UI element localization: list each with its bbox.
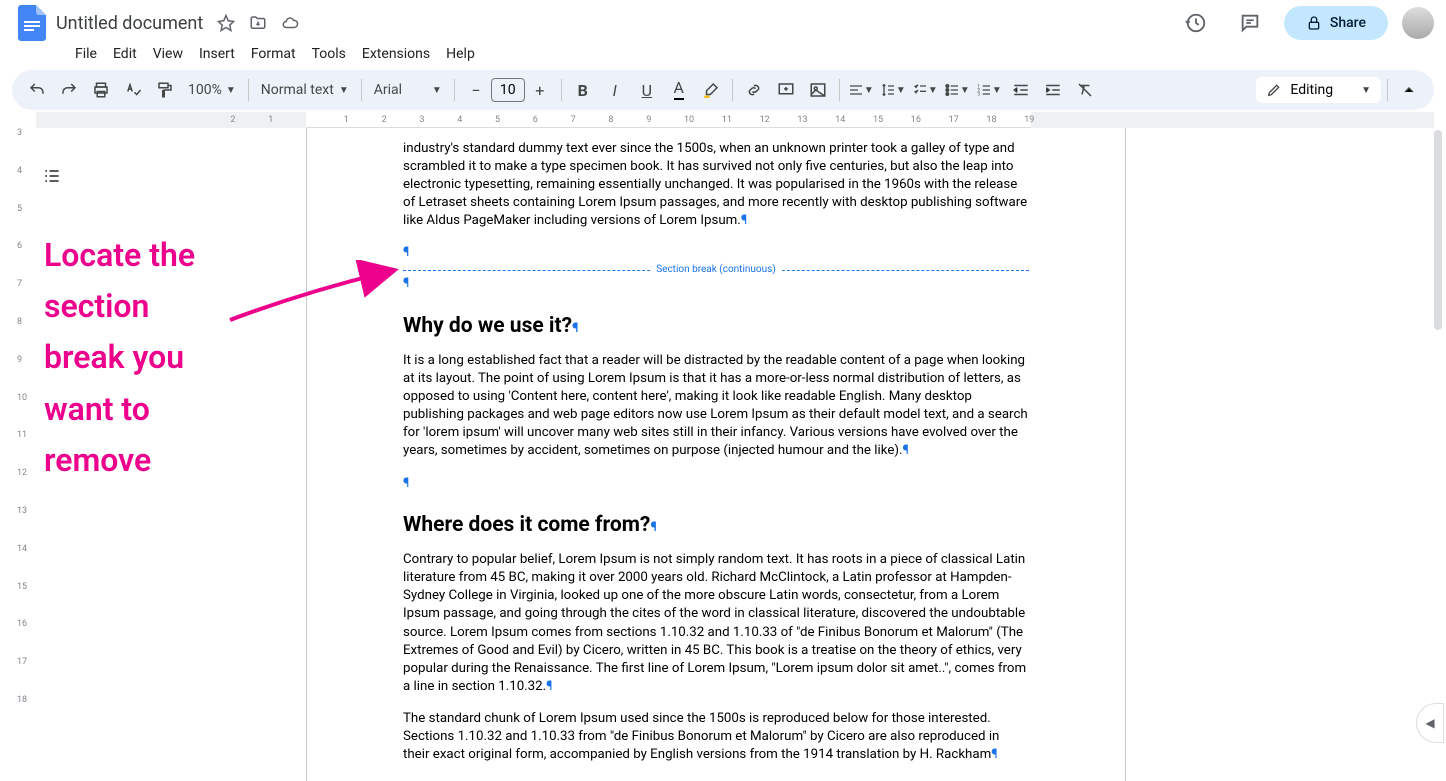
font-dropdown[interactable]: Arial▼ bbox=[368, 76, 448, 104]
annotation-callout: Locate the section break you want to rem… bbox=[44, 230, 195, 486]
numbered-list-dropdown[interactable]: 123▼ bbox=[974, 76, 1004, 104]
menu-format[interactable]: Format bbox=[244, 42, 303, 66]
font-size-input[interactable]: 10 bbox=[491, 78, 525, 102]
bold-button[interactable]: B bbox=[568, 76, 598, 104]
chevron-down-icon: ▼ bbox=[226, 85, 236, 96]
pilcrow-icon: ¶ bbox=[650, 520, 656, 535]
menu-tools[interactable]: Tools bbox=[305, 42, 353, 66]
docs-logo[interactable] bbox=[12, 3, 52, 43]
heading: Where does it come from? bbox=[403, 513, 650, 537]
increase-font-size-button[interactable]: + bbox=[525, 76, 555, 104]
italic-button[interactable]: I bbox=[600, 76, 630, 104]
account-avatar[interactable] bbox=[1402, 7, 1434, 39]
document-title[interactable]: Untitled document bbox=[56, 13, 203, 34]
spellcheck-button[interactable] bbox=[118, 76, 148, 104]
document-page[interactable]: industry's standard dummy text ever sinc… bbox=[306, 128, 1126, 781]
document-outline-button[interactable] bbox=[38, 162, 66, 190]
body-text: It is a long established fact that a rea… bbox=[403, 353, 1028, 458]
paragraph-style-dropdown[interactable]: Normal text▼ bbox=[255, 76, 355, 104]
menu-file[interactable]: File bbox=[68, 42, 104, 66]
pilcrow-icon: ¶ bbox=[403, 476, 409, 491]
pilcrow-icon: ¶ bbox=[903, 443, 909, 458]
pilcrow-icon: ¶ bbox=[403, 245, 409, 260]
pilcrow-icon: ¶ bbox=[572, 321, 578, 336]
lock-icon bbox=[1306, 15, 1322, 31]
bulleted-list-dropdown[interactable]: ▼ bbox=[942, 76, 972, 104]
menu-help[interactable]: Help bbox=[439, 42, 482, 66]
paint-format-button[interactable] bbox=[150, 76, 180, 104]
star-icon[interactable] bbox=[217, 14, 235, 32]
text-color-button[interactable]: A bbox=[664, 76, 694, 104]
underline-button[interactable]: U bbox=[632, 76, 662, 104]
menu-insert[interactable]: Insert bbox=[192, 42, 242, 66]
clear-formatting-button[interactable] bbox=[1070, 76, 1100, 104]
svg-text:3: 3 bbox=[977, 91, 980, 97]
menu-extensions[interactable]: Extensions bbox=[355, 42, 437, 66]
cloud-status-icon[interactable] bbox=[281, 14, 299, 32]
move-folder-icon[interactable] bbox=[249, 14, 267, 32]
annotation-arrow bbox=[220, 260, 410, 330]
pilcrow-icon: ¶ bbox=[991, 747, 997, 762]
align-dropdown[interactable]: ▼ bbox=[846, 76, 876, 104]
zoom-dropdown[interactable]: 100%▼ bbox=[182, 76, 242, 104]
section-break-indicator[interactable]: Section break (continuous) bbox=[403, 270, 1029, 271]
history-icon[interactable] bbox=[1176, 3, 1216, 43]
decrease-font-size-button[interactable]: − bbox=[461, 76, 491, 104]
pencil-icon bbox=[1266, 82, 1282, 98]
body-text: industry's standard dummy text ever sinc… bbox=[403, 141, 1027, 228]
decrease-indent-button[interactable] bbox=[1006, 76, 1036, 104]
menu-view[interactable]: View bbox=[146, 42, 190, 66]
undo-button[interactable] bbox=[22, 76, 52, 104]
pilcrow-icon: ¶ bbox=[741, 213, 747, 228]
vertical-scrollbar[interactable] bbox=[1434, 130, 1442, 330]
chevron-down-icon: ▼ bbox=[432, 85, 442, 96]
menu-edit[interactable]: Edit bbox=[106, 42, 144, 66]
chevron-down-icon: ▼ bbox=[339, 85, 349, 96]
heading: Why do we use it? bbox=[403, 314, 572, 338]
share-button[interactable]: Share bbox=[1284, 6, 1388, 40]
redo-button[interactable] bbox=[54, 76, 84, 104]
insert-link-button[interactable] bbox=[739, 76, 769, 104]
increase-indent-button[interactable] bbox=[1038, 76, 1068, 104]
insert-image-button[interactable] bbox=[803, 76, 833, 104]
share-label: Share bbox=[1330, 15, 1366, 31]
body-text: The standard chunk of Lorem Ipsum used s… bbox=[403, 711, 999, 762]
editing-mode-dropdown[interactable]: Editing ▼ bbox=[1256, 77, 1381, 103]
comments-icon[interactable] bbox=[1230, 3, 1270, 43]
insert-comment-button[interactable] bbox=[771, 76, 801, 104]
print-button[interactable] bbox=[86, 76, 116, 104]
highlight-button[interactable] bbox=[696, 76, 726, 104]
collapse-toolbar-button[interactable] bbox=[1394, 76, 1424, 104]
body-text: Contrary to popular belief, Lorem Ipsum … bbox=[403, 552, 1026, 694]
line-spacing-dropdown[interactable]: ▼ bbox=[878, 76, 908, 104]
checklist-dropdown[interactable]: ▼ bbox=[910, 76, 940, 104]
pilcrow-icon: ¶ bbox=[546, 679, 552, 694]
chevron-down-icon: ▼ bbox=[1361, 85, 1371, 96]
